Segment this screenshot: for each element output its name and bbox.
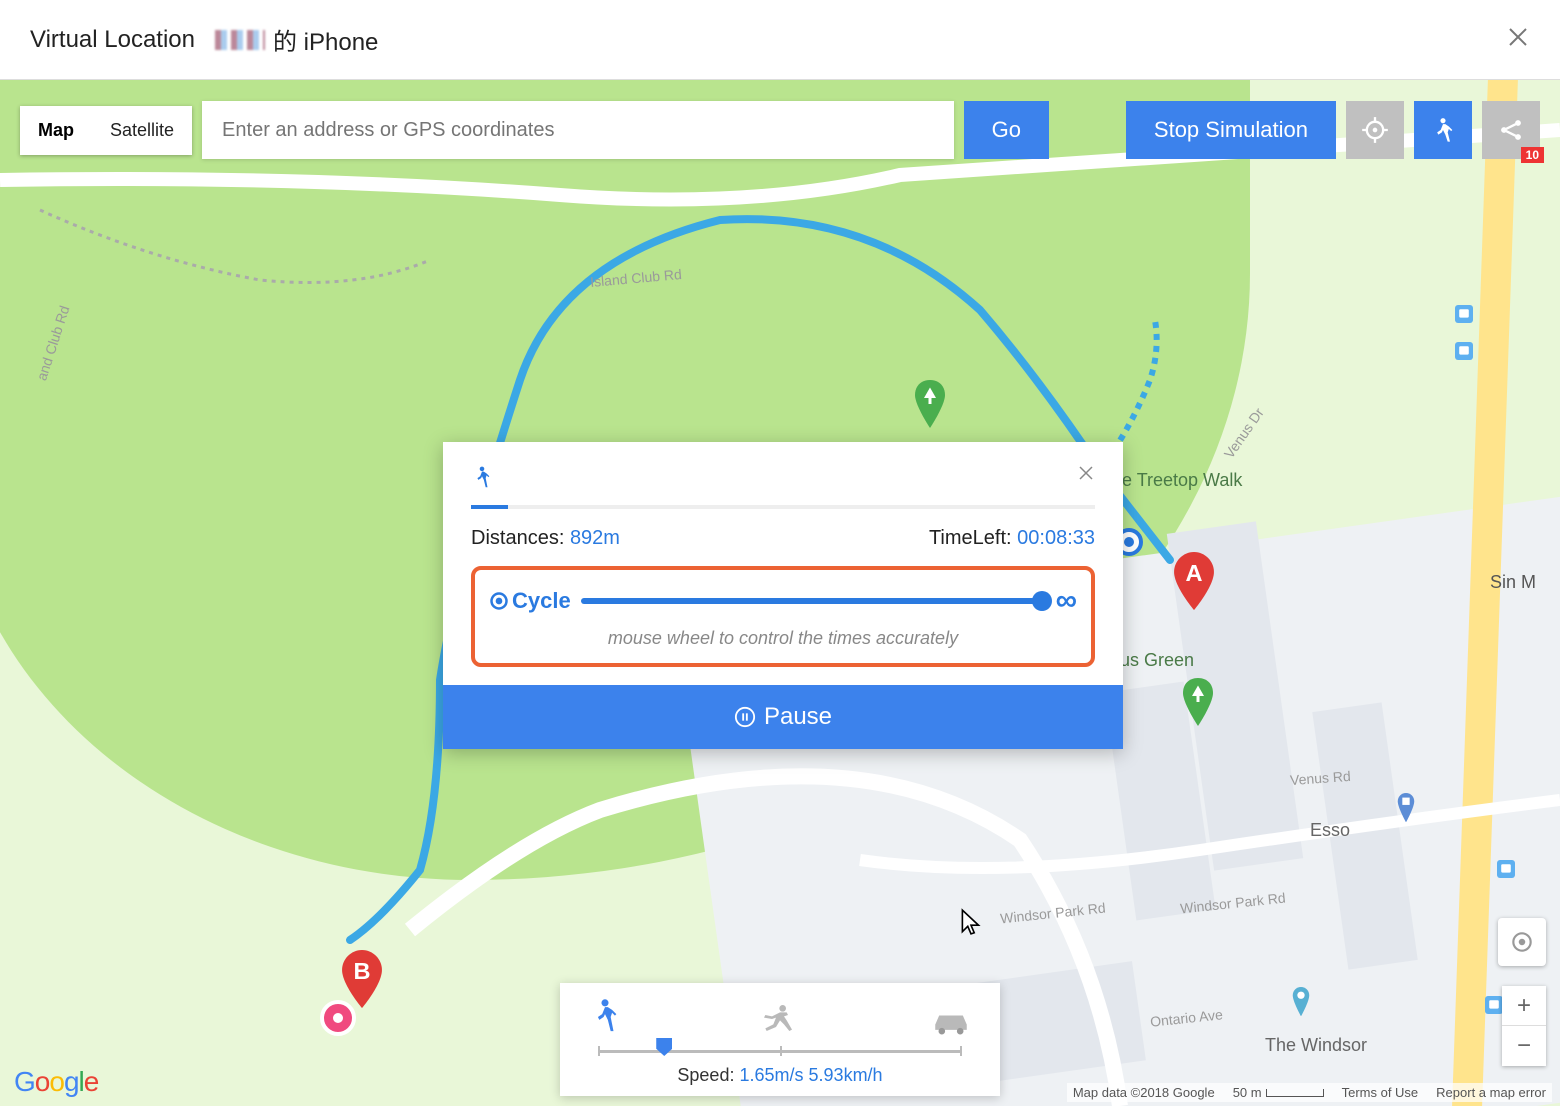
svg-text:B: B bbox=[353, 958, 370, 984]
locate-button[interactable] bbox=[1346, 101, 1404, 159]
terms-link[interactable]: Terms of Use bbox=[1342, 1085, 1419, 1100]
recenter-button[interactable] bbox=[1498, 918, 1546, 966]
speed-run-icon[interactable] bbox=[756, 1001, 796, 1042]
search-input[interactable] bbox=[202, 101, 954, 159]
timeleft-value: 00:08:33 bbox=[1017, 527, 1095, 549]
close-button[interactable] bbox=[1506, 23, 1530, 57]
close-icon bbox=[1077, 464, 1095, 482]
map-data-text: Map data ©2018 Google bbox=[1073, 1085, 1215, 1100]
google-logo: Google bbox=[14, 1066, 98, 1098]
poi-pin-icon bbox=[1290, 987, 1312, 1017]
bus-stop-icon bbox=[1455, 342, 1473, 360]
map-type-satellite[interactable]: Satellite bbox=[92, 106, 192, 155]
mouse-cursor-icon bbox=[960, 908, 982, 943]
toolbar: Map Satellite Go Stop Simulation 10 bbox=[20, 100, 1540, 160]
map-attribution: Map data ©2018 Google 50 m Terms of Use … bbox=[1067, 1083, 1552, 1102]
bus-stop-icon bbox=[1497, 860, 1515, 878]
share-icon bbox=[1497, 116, 1525, 144]
cycle-slider[interactable] bbox=[581, 598, 1046, 604]
timeleft-label: TimeLeft: bbox=[929, 527, 1012, 549]
tree-marker-icon bbox=[1180, 678, 1216, 726]
slider-thumb[interactable] bbox=[1032, 591, 1052, 611]
progress-bar bbox=[471, 505, 1095, 509]
pause-button[interactable]: Pause bbox=[443, 685, 1123, 749]
walk-icon bbox=[1429, 116, 1457, 144]
speed-slider[interactable] bbox=[598, 1050, 962, 1053]
infinity-icon: ∞ bbox=[1056, 584, 1077, 618]
popup-close-button[interactable] bbox=[1077, 464, 1095, 487]
device-name: 的 iPhone bbox=[215, 22, 378, 57]
speed-panel: Speed: 1.65m/s 5.93km/h bbox=[560, 983, 1000, 1096]
header-left: Virtual Location 的 iPhone bbox=[30, 22, 378, 57]
go-button[interactable]: Go bbox=[964, 101, 1049, 159]
cycle-hint: mouse wheel to control the times accurat… bbox=[489, 628, 1077, 649]
app-title: Virtual Location bbox=[30, 26, 195, 54]
bus-stop-icon bbox=[1485, 996, 1503, 1014]
gas-station-icon bbox=[1395, 793, 1417, 823]
zoom-control: + − bbox=[1502, 986, 1546, 1066]
stop-simulation-button[interactable]: Stop Simulation bbox=[1126, 101, 1336, 159]
radio-icon bbox=[489, 591, 509, 611]
zoom-in-button[interactable]: + bbox=[1502, 986, 1546, 1026]
cycle-control-highlighted: Cycle ∞ mouse wheel to control the times… bbox=[471, 566, 1095, 667]
speed-car-icon[interactable] bbox=[930, 1007, 972, 1042]
speed-slider-thumb[interactable] bbox=[656, 1038, 672, 1056]
app-header: Virtual Location 的 iPhone bbox=[0, 0, 1560, 80]
bus-stop-icon bbox=[1455, 305, 1473, 323]
poi-label-sin-m: Sin M bbox=[1490, 572, 1536, 593]
close-icon bbox=[1506, 25, 1530, 49]
map-scale: 50 m bbox=[1233, 1085, 1324, 1100]
crosshair-icon bbox=[1361, 116, 1389, 144]
svg-text:A: A bbox=[1185, 560, 1202, 586]
walk-icon bbox=[471, 464, 493, 499]
walk-mode-button[interactable] bbox=[1414, 101, 1472, 159]
distances-value: 892m bbox=[570, 527, 620, 549]
censored-text bbox=[215, 30, 265, 50]
simulation-stats: Distances: 892m TimeLeft: 00:08:33 bbox=[471, 527, 1095, 550]
waypoint-b-marker[interactable]: B bbox=[340, 950, 384, 1008]
cycle-label: Cycle bbox=[489, 588, 571, 614]
report-error-link[interactable]: Report a map error bbox=[1436, 1085, 1546, 1100]
target-icon bbox=[1509, 929, 1535, 955]
poi-label-the-windsor: The Windsor bbox=[1265, 1035, 1367, 1056]
simulation-popup: Distances: 892m TimeLeft: 00:08:33 Cycle… bbox=[443, 442, 1123, 749]
waypoint-a-marker[interactable]: A bbox=[1172, 552, 1216, 610]
zoom-out-button[interactable]: − bbox=[1502, 1026, 1546, 1066]
device-label: 的 iPhone bbox=[273, 22, 378, 57]
poi-label-esso: Esso bbox=[1310, 820, 1350, 841]
tree-marker-icon bbox=[912, 380, 948, 428]
pause-icon bbox=[734, 706, 756, 728]
speed-walk-icon[interactable] bbox=[588, 997, 622, 1042]
route-button[interactable]: 10 bbox=[1482, 101, 1540, 159]
speed-readout: Speed: 1.65m/s 5.93km/h bbox=[582, 1065, 978, 1086]
map-type-map[interactable]: Map bbox=[20, 106, 92, 155]
maptype-toggle: Map Satellite bbox=[20, 106, 192, 155]
distances-label: Distances: bbox=[471, 527, 564, 549]
